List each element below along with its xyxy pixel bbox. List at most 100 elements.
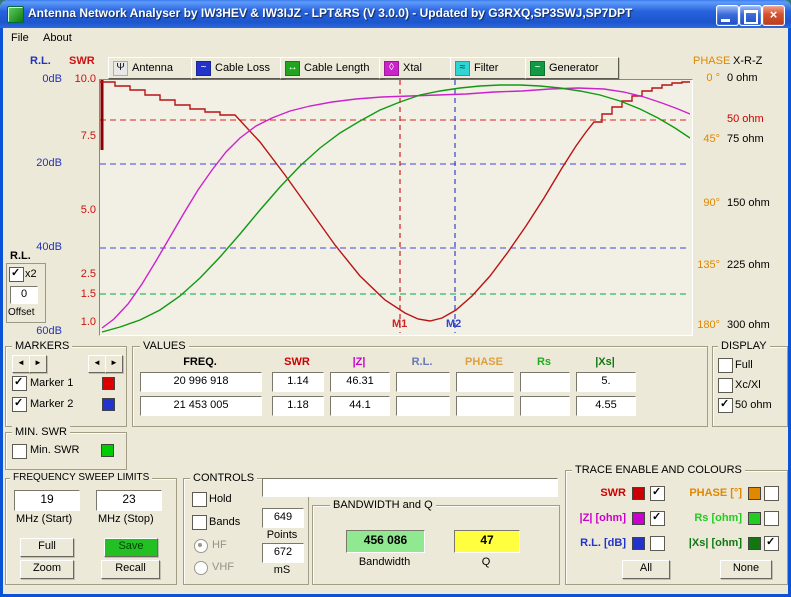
menu-about[interactable]: About xyxy=(36,30,79,46)
markers-frame-title: MARKERS xyxy=(12,340,72,352)
min-swr-checkbox[interactable] xyxy=(12,444,27,459)
app-icon xyxy=(7,6,24,23)
values-cell-r0-c4[interactable] xyxy=(456,372,514,392)
trace-swatch-rs-ohm[interactable] xyxy=(748,512,761,525)
marker1-right-arrow-button[interactable]: ► xyxy=(29,355,47,373)
marker2-right-arrow-button[interactable]: ► xyxy=(105,355,123,373)
check-mark: ✓ xyxy=(720,397,729,410)
title-bar[interactable]: Antenna Network Analyser by IW3HEV & IW3… xyxy=(0,0,791,28)
toolbar-button-filter[interactable]: ≈Filter xyxy=(450,57,530,79)
rl-axis-title: R.L. xyxy=(30,55,51,67)
marker1-left-arrow-button[interactable]: ◄ xyxy=(12,355,30,373)
toolbar-button-generator[interactable]: ~Generator xyxy=(525,57,619,79)
values-cell-r1-c2[interactable]: 44.1 xyxy=(330,396,390,416)
values-cell-r0-c5[interactable] xyxy=(520,372,570,392)
values-cell-r0-c0[interactable]: 20 996 918 xyxy=(140,372,262,392)
trace-label-swr: SWR xyxy=(570,487,626,500)
check-mark: ✓ xyxy=(11,266,20,279)
x2-label: x2 xyxy=(25,268,37,281)
maximize-button[interactable] xyxy=(739,5,762,26)
toolbar-button-antenna[interactable]: ΨAntenna xyxy=(108,57,196,79)
xrz-axis-title: X-R-Z xyxy=(733,55,762,67)
trace-swatch-swr[interactable] xyxy=(632,487,645,500)
ohm-tick-0-ohm: 0 ohm xyxy=(727,72,787,85)
trace-swatch-r-l-db[interactable] xyxy=(632,537,645,550)
values-cell-r0-c1[interactable]: 1.14 xyxy=(272,372,324,392)
display-checkbox-50-ohm[interactable]: ✓ xyxy=(718,398,733,413)
toolbar-button-label: Xtal xyxy=(403,62,422,74)
values-cell-r1-c4[interactable] xyxy=(456,396,514,416)
values-cell-r0-c3[interactable] xyxy=(396,372,450,392)
check-mark: ✓ xyxy=(14,396,23,409)
vhf-radio[interactable] xyxy=(194,561,208,575)
toolbar-button-label: Generator xyxy=(549,62,599,74)
trace-swatch-xs-ohm[interactable] xyxy=(748,537,761,550)
trace-frame-title: TRACE ENABLE AND COLOURS xyxy=(572,464,745,476)
mhz-start-label: MHz (Start) xyxy=(16,513,72,526)
recall-button[interactable]: Recall xyxy=(101,560,160,579)
message-input[interactable] xyxy=(262,478,558,497)
marker-item-label: Marker 1 xyxy=(30,377,73,390)
plot-area[interactable] xyxy=(99,79,693,336)
window-title: Antenna Network Analyser by IW3HEV & IW3… xyxy=(28,0,632,28)
trace-checkbox-swr[interactable]: ✓ xyxy=(650,486,665,501)
toolbar-button-xtal[interactable]: ◊Xtal xyxy=(379,57,455,79)
all-traces-button[interactable]: All xyxy=(622,560,670,579)
values-header-r-l: R.L. xyxy=(396,356,448,369)
trace-swatch-z-ohm[interactable] xyxy=(632,512,645,525)
close-button[interactable]: × xyxy=(762,5,785,26)
trace-swatch-phase[interactable] xyxy=(748,487,761,500)
minimize-button[interactable] xyxy=(716,5,739,26)
radio-dot xyxy=(198,543,202,547)
chart-canvas xyxy=(100,80,690,333)
values-header-freq: FREQ. xyxy=(140,356,260,369)
trace-checkbox-r-l-db[interactable] xyxy=(650,536,665,551)
offset-label: Offset xyxy=(8,306,35,319)
menu-file[interactable]: File xyxy=(4,30,36,46)
marker-checkbox-marker-2[interactable]: ✓ xyxy=(12,397,27,412)
marker-checkbox-marker-1[interactable]: ✓ xyxy=(12,376,27,391)
bands-checkbox[interactable] xyxy=(192,515,207,530)
toolbar-button-label: Cable Loss xyxy=(215,62,270,74)
x2-checkbox[interactable]: ✓ xyxy=(9,267,24,282)
rl-tick-20db: 20dB xyxy=(26,157,62,170)
min-swr-label: Min. SWR xyxy=(30,444,80,457)
toolbar-button-cable-loss[interactable]: ~Cable Loss xyxy=(191,57,285,79)
bands-label: Bands xyxy=(209,516,240,529)
vhf-label: VHF xyxy=(212,561,234,574)
marker-swatch-marker-1 xyxy=(102,377,115,390)
trace-checkbox-xs-ohm[interactable]: ✓ xyxy=(764,536,779,551)
trace-checkbox-rs-ohm[interactable] xyxy=(764,511,779,526)
hf-radio[interactable] xyxy=(194,539,208,553)
ohm-tick-75-ohm: 75 ohm xyxy=(727,133,787,146)
values-cell-r0-c6[interactable]: 5. xyxy=(576,372,636,392)
values-cell-r1-c1[interactable]: 1.18 xyxy=(272,396,324,416)
zoom-button[interactable]: Zoom xyxy=(20,560,74,579)
ms-label: mS xyxy=(262,564,302,577)
toolbar-button-cable-length[interactable]: ↔Cable Length xyxy=(280,57,384,79)
values-cell-r1-c3[interactable] xyxy=(396,396,450,416)
trace-checkbox-phase[interactable] xyxy=(764,486,779,501)
freq-start-input[interactable]: 19 xyxy=(14,490,80,511)
freq-stop-input[interactable]: 23 xyxy=(96,490,162,511)
points-value-box: 649 xyxy=(262,508,304,528)
full-sweep-button[interactable]: Full xyxy=(20,538,74,557)
offset-value-input[interactable]: 0 xyxy=(10,286,38,304)
save-button[interactable]: Save xyxy=(104,538,158,557)
display-checkbox-full[interactable] xyxy=(718,358,733,373)
minimize-icon xyxy=(721,19,730,22)
display-frame-title: DISPLAY xyxy=(718,340,770,352)
display-checkbox-xc-xl[interactable] xyxy=(718,378,733,393)
rl-tick-60db: 60dB xyxy=(26,325,62,338)
values-cell-r1-c6[interactable]: 4.55 xyxy=(576,396,636,416)
check-mark: ✓ xyxy=(14,375,23,388)
values-cell-r0-c2[interactable]: 46.31 xyxy=(330,372,390,392)
values-frame-title: VALUES xyxy=(140,340,189,352)
ohm-tick-150-ohm: 150 ohm xyxy=(727,197,787,210)
none-traces-button[interactable]: None xyxy=(720,560,772,579)
values-cell-r1-c0[interactable]: 21 453 005 xyxy=(140,396,262,416)
trace-checkbox-z-ohm[interactable]: ✓ xyxy=(650,511,665,526)
values-cell-r1-c5[interactable] xyxy=(520,396,570,416)
hold-checkbox[interactable] xyxy=(192,492,207,507)
marker2-left-arrow-button[interactable]: ◄ xyxy=(88,355,106,373)
